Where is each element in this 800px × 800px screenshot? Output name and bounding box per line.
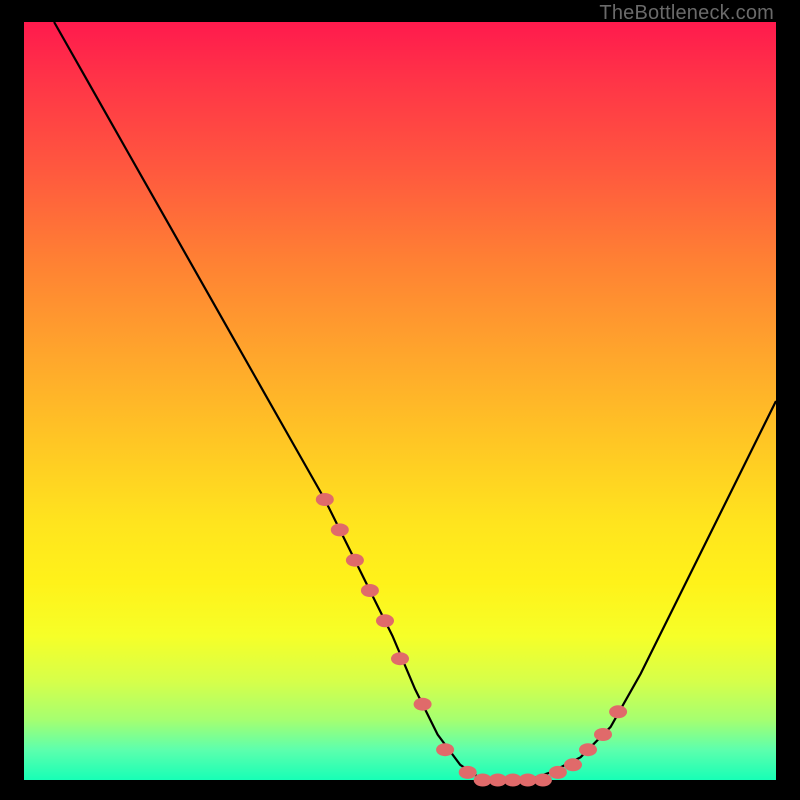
curve-marker bbox=[549, 766, 567, 779]
curve-svg bbox=[24, 22, 776, 780]
curve-marker bbox=[376, 614, 394, 627]
curve-marker bbox=[436, 743, 454, 756]
chart-frame: TheBottleneck.com bbox=[0, 0, 800, 800]
plot-area bbox=[24, 22, 776, 780]
curve-marker bbox=[459, 766, 477, 779]
curve-marker bbox=[594, 728, 612, 741]
curve-marker bbox=[316, 493, 334, 506]
curve-marker bbox=[331, 523, 349, 536]
curve-marker bbox=[414, 698, 432, 711]
curve-markers bbox=[316, 493, 627, 787]
curve-marker bbox=[361, 584, 379, 597]
bottleneck-curve bbox=[54, 22, 776, 780]
curve-marker bbox=[579, 743, 597, 756]
curve-marker bbox=[346, 554, 364, 567]
watermark-text: TheBottleneck.com bbox=[599, 2, 774, 25]
curve-marker bbox=[391, 652, 409, 665]
curve-marker bbox=[609, 705, 627, 718]
curve-marker bbox=[564, 758, 582, 771]
curve-marker bbox=[534, 774, 552, 787]
